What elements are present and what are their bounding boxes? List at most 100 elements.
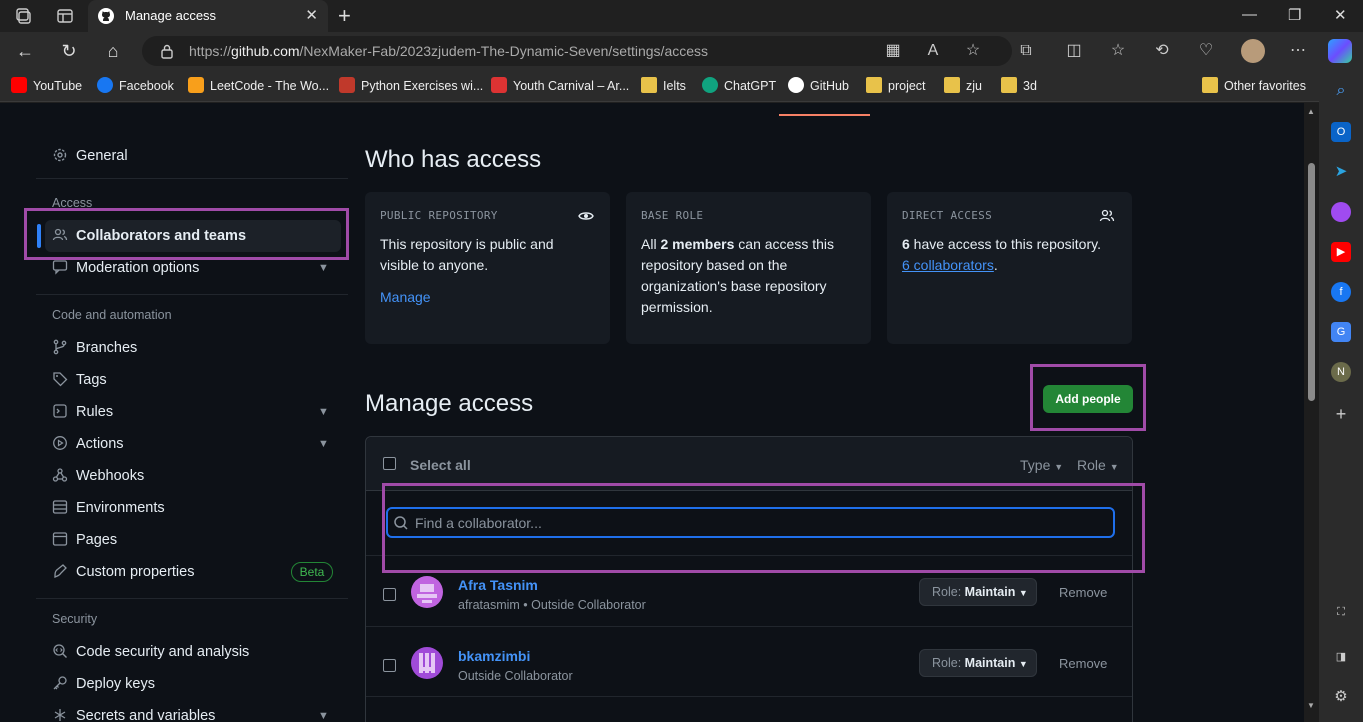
scroll-down-arrow-icon[interactable]: ▼ <box>1307 701 1315 710</box>
remove-button[interactable]: Remove <box>1059 656 1107 671</box>
sidebar-item-deploy-keys[interactable]: Deploy keys <box>52 672 155 696</box>
read-aloud-icon[interactable]: A <box>923 41 943 61</box>
app-available-icon[interactable]: ▦ <box>883 41 903 61</box>
profile-avatar[interactable] <box>1241 39 1265 63</box>
sidebar-item-tags[interactable]: Tags <box>52 368 107 392</box>
favorite-facebook[interactable]: Facebook <box>97 76 174 96</box>
search-icon[interactable]: ⌕ <box>1331 81 1351 101</box>
type-filter[interactable]: Type ▼ <box>1020 457 1063 473</box>
other-favorites[interactable]: Other favorites <box>1202 76 1306 96</box>
split-screen-icon[interactable]: ◫ <box>1064 41 1084 61</box>
more-menu-icon[interactable]: ⋯ <box>1288 41 1308 61</box>
close-tab-icon[interactable]: ✕ <box>305 6 318 24</box>
collaborator-name[interactable]: Afra Tasnim <box>458 577 538 593</box>
active-tab[interactable]: Manage access ✕ <box>88 0 328 32</box>
scrollbar-thumb[interactable] <box>1308 163 1315 401</box>
scroll-up-arrow-icon[interactable]: ▲ <box>1307 107 1315 116</box>
manage-link[interactable]: Manage <box>380 289 431 305</box>
settings-icon[interactable]: ⚙ <box>1331 687 1351 707</box>
codescan-icon <box>52 643 68 659</box>
favorite-youtube[interactable]: YouTube <box>11 76 82 96</box>
close-window-icon[interactable]: ✕ <box>1334 6 1347 24</box>
chevron-down-icon[interactable]: ▼ <box>318 438 329 450</box>
sidebar-item-actions[interactable]: Actions <box>52 432 124 456</box>
refresh-icon[interactable]: ↻ <box>59 41 79 61</box>
sidebar-item-branches[interactable]: Branches <box>52 336 137 360</box>
role-dropdown[interactable]: Role: Maintain ▼ <box>919 649 1037 677</box>
divider <box>36 598 348 599</box>
sidebar-item-webhooks[interactable]: Webhooks <box>52 464 144 488</box>
base-role-card: BASE ROLE All 2 members can access this … <box>626 192 871 344</box>
sidebar-item-secrets[interactable]: Secrets and variables <box>52 704 215 722</box>
new-tab-icon[interactable]: + <box>338 3 351 29</box>
sidebar-item-rules[interactable]: Rules <box>52 400 113 424</box>
row-checkbox[interactable] <box>383 659 396 672</box>
favorites-icon[interactable]: ☆ <box>1108 41 1128 61</box>
tab-title: Manage access <box>125 8 217 23</box>
favorite-python-exercises[interactable]: Python Exercises wi... <box>339 76 483 96</box>
favorite-chatgpt[interactable]: ChatGPT <box>702 76 776 96</box>
favorite-star-icon[interactable]: ☆ <box>963 41 983 61</box>
table-row: Afra Tasnim afratasmim • Outside Collabo… <box>366 556 1132 626</box>
youth-carnival-icon <box>491 77 507 93</box>
youtube-icon[interactable]: ▶ <box>1331 242 1351 262</box>
role-dropdown[interactable]: Role: Maintain ▼ <box>919 578 1037 606</box>
screenshot-icon[interactable]: ⛶ <box>1331 602 1351 622</box>
favorite-3d[interactable]: 3d <box>1001 76 1037 96</box>
folder-icon <box>944 77 960 93</box>
favorite-project[interactable]: project <box>866 76 926 96</box>
chevron-down-icon[interactable]: ▼ <box>318 262 329 274</box>
highlight-box-add-people <box>1030 364 1146 431</box>
extensions-icon[interactable]: ⧉ <box>1016 41 1036 61</box>
chevron-down-icon[interactable]: ▼ <box>318 710 329 722</box>
role-filter[interactable]: Role ▼ <box>1077 457 1119 473</box>
facebook-icon[interactable]: f <box>1331 282 1351 302</box>
row-checkbox[interactable] <box>383 588 396 601</box>
card-text: All 2 members can access this repository… <box>641 236 834 315</box>
folder-icon <box>641 77 657 93</box>
sidebar-item-general[interactable]: General <box>52 144 128 168</box>
translate-icon[interactable]: G <box>1331 322 1351 342</box>
sidebar-item-environments[interactable]: Environments <box>52 496 165 520</box>
page-scrollbar[interactable]: ▲ ▼ <box>1304 103 1319 722</box>
sidebar-item-pages[interactable]: Pages <box>52 528 117 552</box>
telegram-icon[interactable]: ➤ <box>1331 162 1351 182</box>
tab-actions-icon[interactable] <box>56 7 74 25</box>
favorite-ielts[interactable]: Ielts <box>641 76 686 96</box>
home-icon[interactable]: ⌂ <box>103 41 123 61</box>
favorite-youth-carnival[interactable]: Youth Carnival – Ar... <box>491 76 629 96</box>
github-settings-page: General Access Collaborators and teams M… <box>0 103 1304 722</box>
minimize-icon[interactable]: — <box>1242 6 1257 23</box>
who-has-access-title: Who has access <box>365 146 542 173</box>
sidebar-item-custom-properties[interactable]: Custom properties <box>52 560 194 584</box>
lock-icon[interactable] <box>160 43 174 59</box>
server-icon <box>52 499 68 515</box>
favorite-github[interactable]: GitHub <box>788 76 849 96</box>
sidebar-item-moderation[interactable]: Moderation options <box>52 256 199 280</box>
profile-n-icon[interactable]: N <box>1331 362 1351 382</box>
back-icon[interactable]: ← <box>15 41 35 61</box>
people-icon <box>1099 208 1115 229</box>
manage-access-title: Manage access <box>365 390 534 417</box>
favorite-zju[interactable]: zju <box>944 76 982 96</box>
remove-button[interactable]: Remove <box>1059 585 1107 600</box>
avatar <box>411 647 443 679</box>
address-bar[interactable]: https://github.com/NexMaker-Fab/2023zjud… <box>142 36 1012 66</box>
url-text[interactable]: https://github.com/NexMaker-Fab/2023zjud… <box>189 43 708 59</box>
sidebar-item-code-security[interactable]: Code security and analysis <box>52 640 249 664</box>
history-icon[interactable]: ⟲ <box>1152 41 1172 61</box>
favorite-leetcode[interactable]: LeetCode - The Wo... <box>188 76 329 96</box>
messenger-icon[interactable] <box>1331 202 1351 222</box>
outlook-icon[interactable]: O <box>1331 122 1351 142</box>
collaborator-name[interactable]: bkamzimbi <box>458 648 530 664</box>
hide-sidebar-icon[interactable]: ◨ <box>1331 647 1351 667</box>
performance-icon[interactable]: ♡ <box>1196 41 1216 61</box>
copilot-icon[interactable] <box>1328 39 1352 63</box>
restore-icon[interactable]: ❐ <box>1288 6 1301 24</box>
collaborators-link[interactable]: 6 collaborators <box>902 257 994 273</box>
workspaces-icon[interactable] <box>14 7 32 25</box>
add-sidebar-app-icon[interactable]: + <box>1331 404 1351 424</box>
chevron-down-icon[interactable]: ▼ <box>318 406 329 418</box>
chatgpt-icon <box>702 77 718 93</box>
select-all-checkbox[interactable] <box>383 457 396 470</box>
